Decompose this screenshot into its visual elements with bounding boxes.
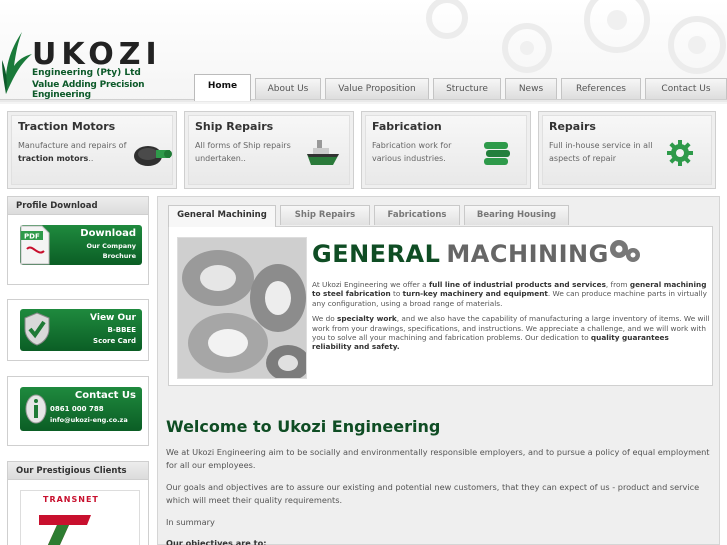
- gears-background-icon: [426, 0, 726, 74]
- feature-text: All forms of Ship repairs undertaken..: [195, 141, 291, 163]
- tab-fabrications[interactable]: Fabrications: [374, 205, 460, 225]
- general-machining-title: GENERAL MACHINING: [312, 240, 609, 268]
- feature-title: Ship Repairs: [195, 120, 274, 133]
- feature-text: Manufacture and repairs of traction moto…: [18, 141, 127, 163]
- welcome-paragraph-3: In summary: [166, 517, 215, 527]
- gm-paragraph-2: We do specialty work, and we also have t…: [312, 314, 710, 352]
- fabrication-icon: [484, 142, 510, 165]
- welcome-heading: Welcome to Ukozi Engineering: [166, 417, 441, 436]
- welcome-paragraph-4: Our objectives are to:: [166, 538, 267, 545]
- nav-tab-news[interactable]: News: [505, 78, 557, 100]
- pdf-icon: PDF: [20, 225, 50, 265]
- feature-text: Fabrication work for various industries.: [372, 141, 452, 163]
- feature-fabrication[interactable]: Fabrication Fabrication work for various…: [361, 111, 531, 189]
- gm-paragraph-1: At Ukozi Engineering we offer a full lin…: [312, 280, 707, 308]
- nav-tab-value-proposition[interactable]: Value Proposition: [325, 78, 429, 100]
- nav-tab-home[interactable]: Home: [194, 74, 251, 101]
- feature-title: Fabrication: [372, 120, 442, 133]
- download-brochure-button[interactable]: PDF Download Our Company Brochure: [20, 225, 142, 265]
- brand-name: UKOZI: [32, 37, 162, 72]
- main-nav: Home About Us Value Proposition Structur…: [194, 74, 727, 101]
- nav-tab-structure[interactable]: Structure: [433, 78, 501, 100]
- general-machining-panel: GENERAL MACHINING At Ukozi Engineering we…: [168, 226, 713, 386]
- machined-parts-image: [177, 237, 307, 379]
- general-machining-text: At Ukozi Engineering we offer a full lin…: [312, 280, 710, 358]
- page: UKOZI Engineering (Pty) Ltd Value Adding…: [0, 0, 727, 545]
- welcome-paragraph-1: We at Ukozi Engineering aim to be social…: [166, 447, 710, 470]
- contact-box: Contact Us 0861 000 788 info@ukozi-eng.c…: [7, 376, 149, 446]
- shield-check-icon: [24, 312, 50, 346]
- profile-download-title: Profile Download: [8, 197, 148, 215]
- traction-motor-icon: [134, 146, 172, 166]
- contact-us-button[interactable]: Contact Us 0861 000 788 info@ukozi-eng.c…: [20, 387, 142, 431]
- ship-icon: [307, 140, 339, 165]
- nav-divider: [0, 99, 727, 102]
- nav-tab-references[interactable]: References: [561, 78, 641, 100]
- svg-text:PDF: PDF: [24, 233, 40, 241]
- gears-icon: [610, 240, 640, 262]
- feature-ship-repairs[interactable]: Ship Repairs All forms of Ship repairs u…: [184, 111, 354, 189]
- tab-general-machining[interactable]: General Machining: [168, 205, 276, 227]
- nav-tab-contact-us[interactable]: Contact Us: [645, 78, 727, 100]
- tab-bearing-housing[interactable]: Bearing Housing: [464, 205, 569, 225]
- brand-tagline: Value Adding Precision Engineering: [32, 80, 145, 100]
- logo-leaf-icon: [2, 32, 32, 94]
- clients-box: Our Prestigious Clients TRANSNET: [7, 461, 149, 545]
- feature-title: Traction Motors: [18, 120, 116, 133]
- main-content: General Machining Ship Repairs Fabricati…: [157, 196, 720, 545]
- clients-title: Our Prestigious Clients: [8, 462, 148, 480]
- welcome-paragraph-2: Our goals and objectives are to assure o…: [166, 482, 700, 505]
- view-bbbee-button[interactable]: View Our B-BBEE Score Card: [20, 309, 142, 351]
- feature-repairs[interactable]: Repairs Full in-house service in all asp…: [538, 111, 716, 189]
- logo[interactable]: UKOZI Engineering (Pty) Ltd Value Adding…: [0, 30, 200, 100]
- profile-download-box: Profile Download PDF Download Our Compan…: [7, 196, 149, 285]
- info-icon: [25, 394, 47, 424]
- bbbee-box: View Our B-BBEE Score Card: [7, 299, 149, 361]
- transnet-logo-icon: [39, 515, 91, 545]
- feature-traction-motors[interactable]: Traction Motors Manufacture and repairs …: [7, 111, 177, 189]
- nav-tab-about-us[interactable]: About Us: [255, 78, 321, 100]
- gear-icon: [667, 140, 693, 166]
- brand-subtitle: Engineering (Pty) Ltd: [32, 68, 141, 78]
- header: UKOZI Engineering (Pty) Ltd Value Adding…: [0, 0, 727, 104]
- feature-text: Full in-house service in all aspects of …: [549, 141, 653, 163]
- feature-title: Repairs: [549, 120, 596, 133]
- client-logo-transnet[interactable]: TRANSNET: [20, 490, 140, 545]
- machined-parts-icon: [178, 238, 306, 378]
- tab-ship-repairs[interactable]: Ship Repairs: [280, 205, 370, 225]
